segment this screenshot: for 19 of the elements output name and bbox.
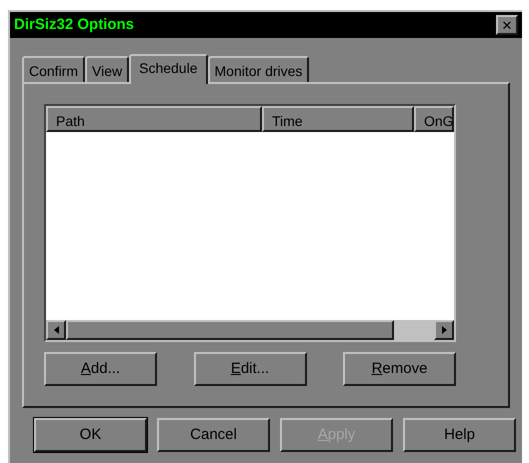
dialog-button[interactable]: OK [34,418,147,452]
close-button[interactable]: ✕ [496,15,518,35]
scroll-right-button[interactable] [434,320,454,340]
tab[interactable]: Monitor drives [208,56,310,82]
list-button[interactable]: Edit... [194,352,306,386]
scroll-thumb[interactable] [66,320,394,340]
column-header[interactable]: Time [262,106,414,132]
right-arrow-icon [442,326,446,334]
window-title: DirSiz32 Options [14,14,134,35]
tab[interactable]: Schedule [129,54,208,84]
dialog-button[interactable]: Help [403,418,516,452]
scroll-left-button[interactable] [46,320,66,340]
list-button[interactable]: Add... [44,352,157,386]
dialog-button[interactable]: Cancel [157,418,270,452]
list-button[interactable]: Remove [343,352,456,386]
left-arrow-icon [54,326,58,334]
column-header[interactable]: Path [46,106,262,132]
tab[interactable]: Confirm [22,56,86,82]
tab[interactable]: View [85,56,130,82]
